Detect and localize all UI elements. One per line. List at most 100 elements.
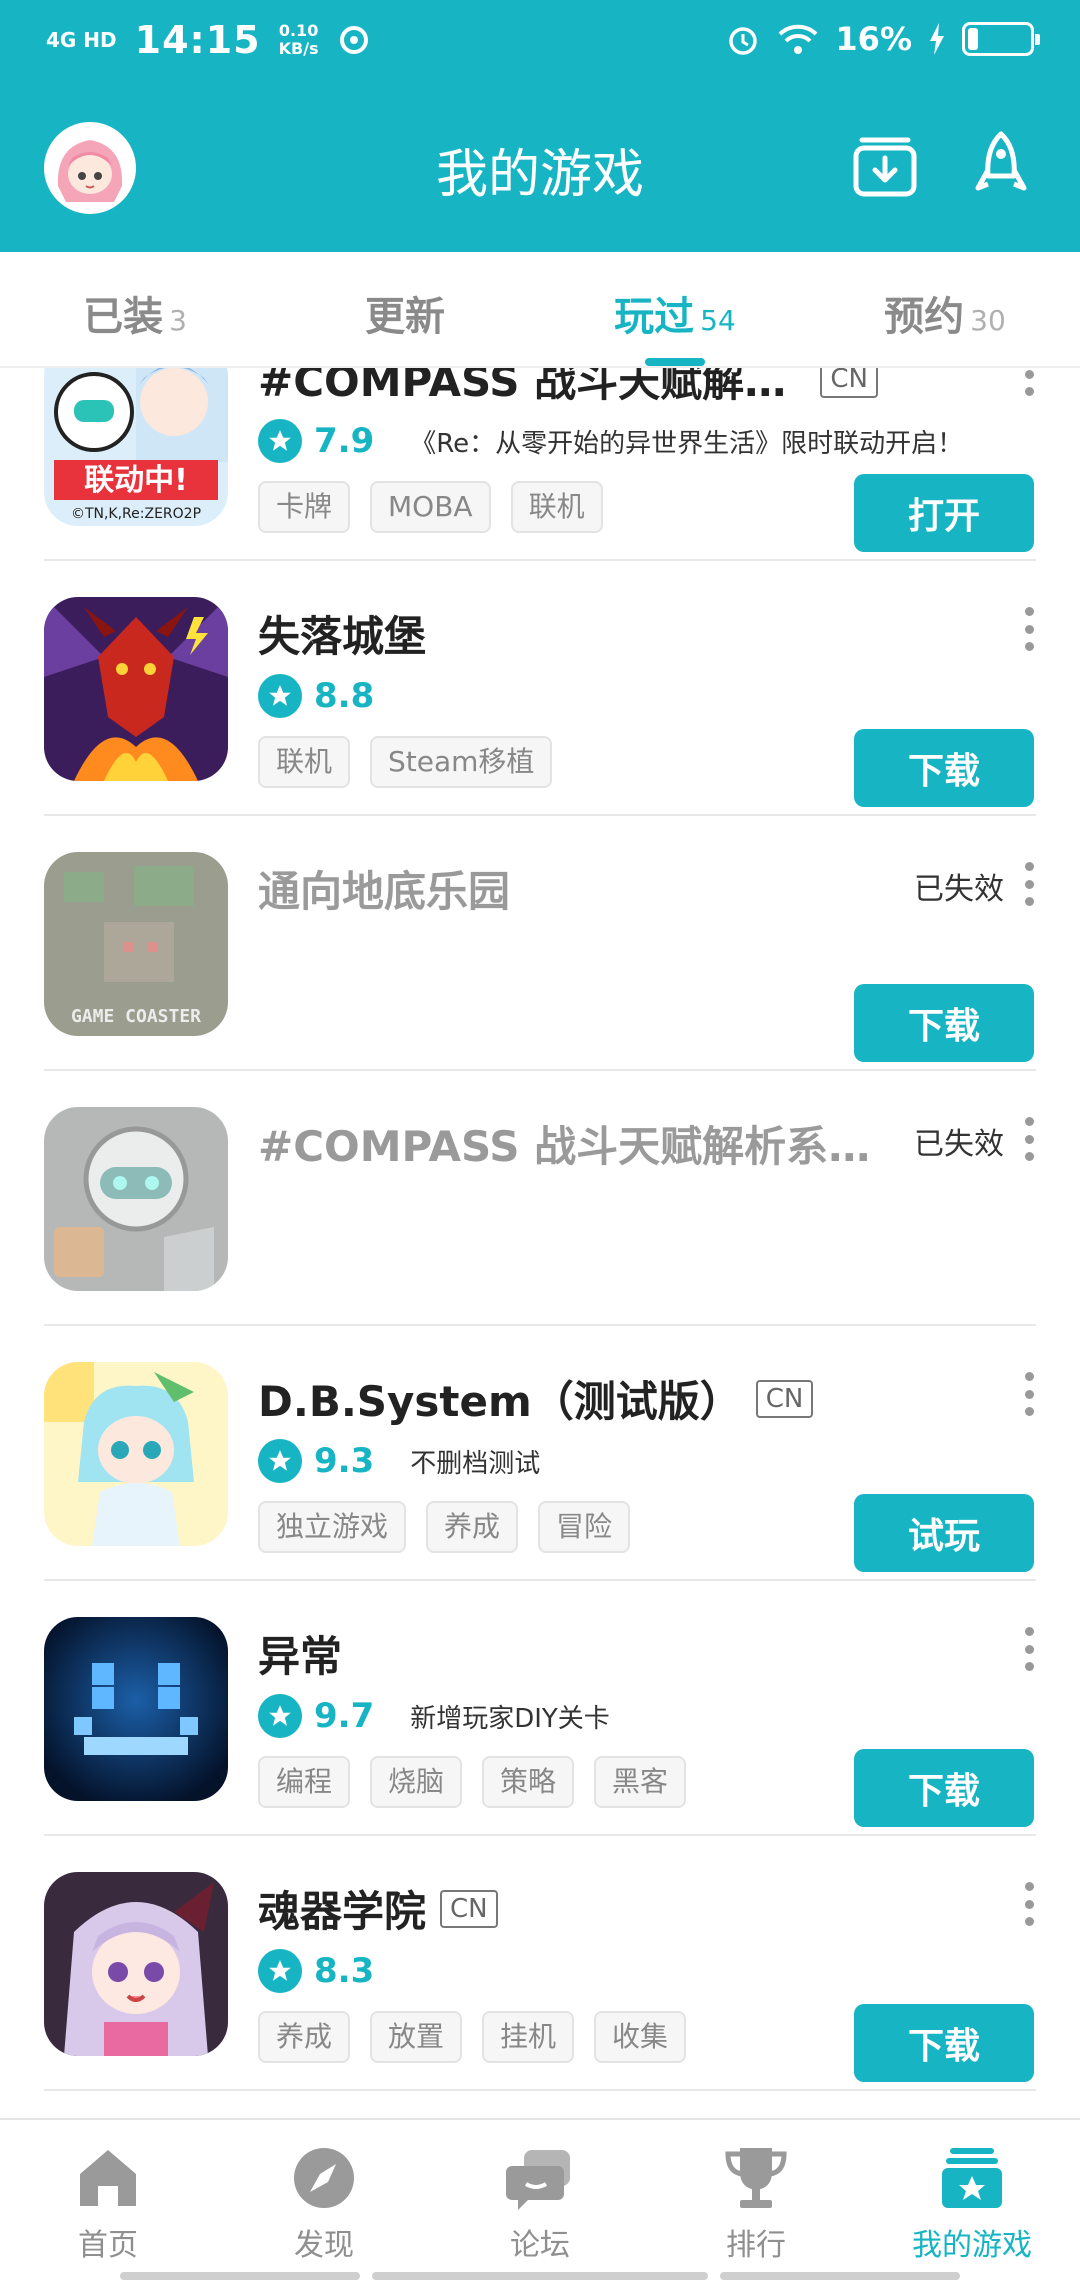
tag[interactable]: Steam移植 (370, 736, 553, 788)
battery-percent: 16% (835, 20, 912, 58)
list-item[interactable]: D.B.System（测试版） CN 9.3 不删档测试 独立游戏 养成 冒险 … (0, 1326, 1080, 1581)
tag[interactable]: 烧脑 (370, 1756, 463, 1808)
game-name: 魂器学院 (258, 1887, 427, 1936)
more-options-icon[interactable] (1022, 862, 1036, 906)
tag[interactable]: 联机 (510, 481, 603, 533)
tag[interactable]: MOBA (370, 481, 491, 533)
speed-unit: KB/s (278, 39, 319, 58)
gesture-bar (120, 2272, 360, 2280)
tag[interactable]: 养成 (426, 1501, 519, 1553)
bottom-nav: 首页 发现 论坛 排行 我的游戏 (0, 2118, 1080, 2280)
list-item[interactable]: 异常 9.7 新增玩家DIY关卡 编程 烧脑 策略 黑客 下载 (0, 1581, 1080, 1836)
tag[interactable]: 策略 (482, 1756, 575, 1808)
nav-label: 排行 (726, 2228, 786, 2263)
try-play-button[interactable]: 试玩 (854, 1494, 1034, 1572)
nav-label: 我的游戏 (912, 2228, 1032, 2263)
tab-count: 3 (169, 304, 187, 337)
list-item[interactable]: 失落城堡 8.8 联机 Steam移植 下载 (0, 561, 1080, 816)
tag-list: 养成 放置 挂机 收集 (258, 2011, 687, 2063)
gesture-bar (720, 2272, 960, 2280)
star-icon (258, 1439, 302, 1483)
battery-icon (962, 22, 1040, 56)
tab-played[interactable]: 玩过 54 (540, 252, 810, 366)
network-speed: 0.10 KB/s (279, 22, 319, 58)
nav-label: 发现 (294, 2228, 354, 2263)
more-options-icon[interactable] (1022, 368, 1036, 396)
game-name: D.B.System（测试版） (258, 1377, 742, 1426)
download-button[interactable]: 下载 (854, 984, 1034, 1062)
tag[interactable]: 卡牌 (258, 481, 351, 533)
list-item[interactable]: 联动中! ©TN,K,Re:ZERO2P #COMPASS 战斗天赋解析... … (0, 368, 1080, 561)
star-icon (258, 419, 302, 463)
wifi-icon (779, 24, 818, 54)
charging-icon (930, 23, 944, 55)
tag-list: 联机 Steam移植 (258, 736, 553, 788)
tag[interactable]: 冒险 (538, 1501, 631, 1553)
nav-ranking[interactable]: 排行 (648, 2120, 864, 2280)
game-description: 《Re：从零开始的异世界生活》限时联动开启！ (410, 428, 964, 459)
tag[interactable]: 养成 (258, 2011, 351, 2063)
more-options-icon[interactable] (1022, 1372, 1036, 1416)
list-item[interactable]: 魂器学院 CN 8.3 养成 放置 挂机 收集 下载 (0, 1836, 1080, 2091)
tab-count: 54 (700, 304, 736, 337)
more-options-icon[interactable] (1022, 1627, 1036, 1671)
rocket-boost-icon[interactable] (966, 130, 1036, 200)
list-item[interactable]: GAME COASTER 通向地底乐园 已失效 下载 (0, 816, 1080, 1071)
open-button[interactable]: 打开 (854, 474, 1034, 552)
tag[interactable]: 挂机 (482, 2011, 575, 2063)
tag[interactable]: 独立游戏 (258, 1501, 407, 1553)
tab-updates[interactable]: 更新 (270, 252, 540, 366)
game-name: 通向地底乐园 (258, 867, 511, 916)
nav-forum[interactable]: 论坛 (432, 2120, 648, 2280)
tag-list: 独立游戏 养成 冒险 (258, 1501, 631, 1553)
more-options-icon[interactable] (1022, 607, 1036, 651)
tag-list: 卡牌 MOBA 联机 (258, 481, 603, 533)
download-button[interactable]: 下载 (854, 2004, 1034, 2082)
nav-label: 论坛 (510, 2228, 570, 2263)
star-icon (258, 1949, 302, 1993)
tab-installed[interactable]: 已装 3 (0, 252, 270, 366)
download-button[interactable]: 下载 (854, 729, 1034, 807)
home-icon (80, 2150, 136, 2206)
game-score: 7.9 (314, 421, 375, 461)
nav-label: 首页 (78, 2228, 138, 2263)
nav-discover[interactable]: 发现 (216, 2120, 432, 2280)
star-icon (258, 1694, 302, 1738)
nav-home[interactable]: 首页 (0, 2120, 216, 2280)
app-header: 我的游戏 (0, 80, 1080, 252)
download-manager-icon[interactable] (850, 130, 920, 200)
list-item[interactable]: #COMPASS 战斗天赋解析系统... 已失效 (0, 1071, 1080, 1326)
tag[interactable]: 放置 (370, 2011, 463, 2063)
nav-my-games[interactable]: 我的游戏 (864, 2120, 1080, 2280)
region-badge: CN (755, 1379, 814, 1418)
game-name: 失落城堡 (258, 612, 427, 661)
tag[interactable]: 联机 (258, 736, 351, 788)
tab-reserved[interactable]: 预约 30 (810, 252, 1080, 366)
game-name: #COMPASS 战斗天赋解析系统... (258, 1122, 878, 1171)
more-options-icon[interactable] (1022, 1117, 1036, 1161)
more-options-icon[interactable] (1022, 1882, 1036, 1926)
compass-collab-icon: 联动中! ©TN,K,Re:ZERO2P (44, 368, 228, 526)
tag[interactable]: 编程 (258, 1756, 351, 1808)
tab-label: 更新 (365, 294, 445, 340)
collab-badge-text: 联动中! (84, 463, 188, 498)
trophy-icon (725, 2148, 787, 2208)
game-description: 新增玩家DIY关卡 (410, 1703, 610, 1734)
clock: 14:15 (134, 18, 261, 62)
download-button[interactable]: 下载 (854, 1749, 1034, 1827)
anime-girl-icon (44, 1872, 228, 2056)
game-description: 不删档测试 (410, 1448, 541, 1479)
region-badge: CN (820, 368, 878, 398)
status-bar: 4G HD 14:15 0.10 KB/s 16% (0, 0, 1080, 80)
red-dragon-icon (44, 597, 228, 781)
compass-icon (294, 2148, 354, 2208)
my-games-icon (942, 2148, 1002, 2208)
tag[interactable]: 收集 (594, 2011, 687, 2063)
sync-icon (339, 26, 368, 54)
speed-value: 0.10 (278, 21, 319, 40)
game-score: 8.8 (314, 676, 375, 716)
tag[interactable]: 黑客 (594, 1756, 687, 1808)
divider (44, 2089, 1036, 2091)
tag-list: 编程 烧脑 策略 黑客 (258, 1756, 687, 1808)
game-score: 8.3 (314, 1951, 375, 1991)
